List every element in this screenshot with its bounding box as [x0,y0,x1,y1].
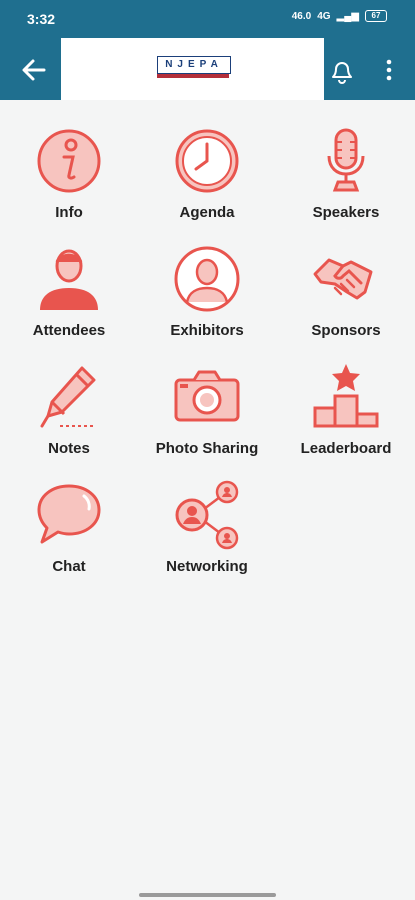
chat-bubble-icon [37,484,101,544]
tile-notes[interactable]: Notes [0,356,138,474]
clock-icon [175,129,239,193]
podium-icon [313,364,379,428]
njepa-logo: NJEPA [157,56,231,74]
tile-label: Sponsors [311,322,381,339]
logo-underline [157,74,229,78]
tile-label: Photo Sharing [155,440,259,457]
tile-speakers[interactable]: Speakers [277,120,415,238]
bell-icon[interactable] [329,56,355,84]
tile-label: Networking [166,558,248,575]
person-circle-icon [174,246,240,312]
tile-label: Agenda [179,204,235,221]
network-icon [175,480,239,550]
microphone-icon [327,128,365,192]
status-icons: 46.0 4G ▂▄▆ 67 [292,10,387,22]
camera-icon [174,370,240,422]
back-arrow-icon[interactable] [18,54,50,86]
person-icon [40,249,98,310]
tile-label: Notes [48,440,90,457]
more-options-icon[interactable] [382,58,396,82]
tile-leaderboard[interactable]: Leaderboard [277,356,415,474]
status-bar: 3:32 46.0 4G ▂▄▆ 67 [0,0,415,38]
status-time: 3:32 [27,11,56,27]
tile-label: Info [55,204,83,221]
battery-icon: 67 [365,10,387,22]
network-speed: 46.0 [291,10,312,22]
tile-info[interactable]: Info [0,120,138,238]
tile-photo-sharing[interactable]: Photo Sharing [138,356,276,474]
tile-label: Leaderboard [300,440,392,457]
tile-label: Speakers [312,204,380,221]
app-toolbar: NJEPA [0,38,415,100]
wifi-icon: ▂▄▆ [336,10,359,22]
tile-label: Attendees [32,322,106,339]
info-icon [37,129,101,193]
tile-agenda[interactable]: Agenda [138,120,276,238]
handshake-icon [313,258,373,300]
tile-label: Exhibitors [170,322,244,339]
tile-label: Chat [52,558,86,575]
tile-attendees[interactable]: Attendees [0,238,138,356]
tile-exhibitors[interactable]: Exhibitors [138,238,276,356]
home-indicator[interactable] [139,893,276,897]
signal-icon: 4G [317,10,331,22]
tile-sponsors[interactable]: Sponsors [277,238,415,356]
logo-banner: NJEPA [61,38,324,100]
pen-icon [40,366,96,428]
tile-chat[interactable]: Chat [0,474,138,592]
tile-networking[interactable]: Networking [138,474,276,592]
